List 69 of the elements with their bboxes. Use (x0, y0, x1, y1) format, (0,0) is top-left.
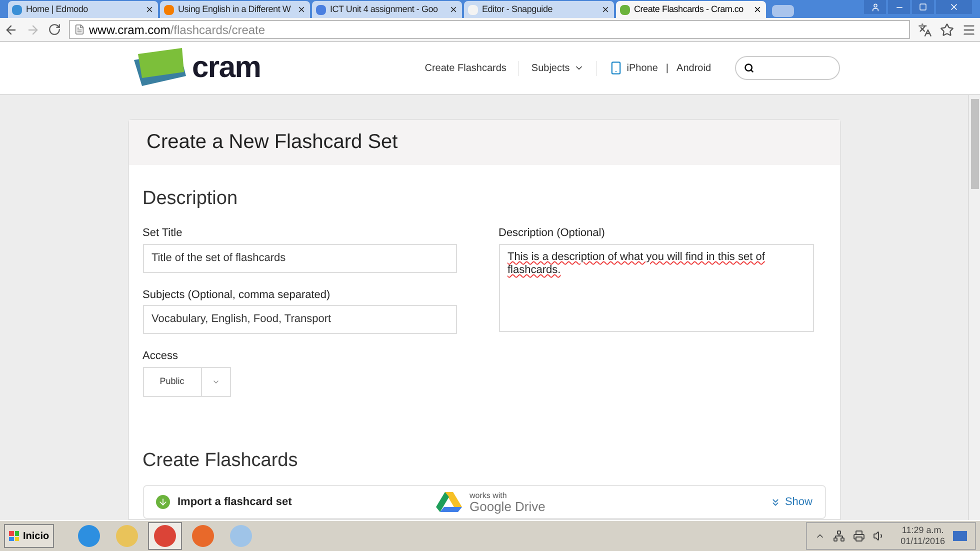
logo-text: cram (192, 53, 261, 83)
back-icon[interactable] (4, 22, 18, 36)
tab-title: Editor - Snapguide (482, 2, 554, 16)
field-label: Set Title (142, 226, 184, 241)
iphone-link[interactable]: iPhone (626, 60, 658, 76)
works-with-text: works with (470, 492, 508, 500)
field-label: Access (142, 349, 179, 364)
page-icon (74, 24, 85, 35)
chevrons-icon (770, 496, 781, 508)
network-icon[interactable] (832, 530, 845, 542)
phone-icon (608, 61, 623, 75)
close-icon[interactable] (145, 5, 154, 14)
address-bar[interactable]: www.cram.com/flashcards/create (69, 20, 910, 39)
subjects-input[interactable]: Vocabulary, English, Food, Transport (142, 305, 456, 334)
title-input[interactable]: Title of the set of flashcards (142, 244, 456, 272)
close-icon[interactable] (753, 5, 762, 14)
tab-favicon-icon (620, 4, 630, 14)
close-window-button[interactable] (936, 0, 972, 14)
field-label: Description (Optional) (498, 226, 606, 241)
browser-tab[interactable]: Using English in a Different W (160, 1, 310, 18)
bookmark-star-icon[interactable] (940, 22, 954, 36)
search-icon (744, 63, 754, 73)
field-label: Subjects (Optional, comma separated) (142, 288, 332, 302)
close-icon[interactable] (601, 5, 610, 14)
section-heading: Create Flashcards (142, 448, 299, 472)
access-select[interactable]: Public (142, 366, 230, 396)
search-field[interactable] (735, 56, 840, 80)
profile-button[interactable] (864, 0, 886, 14)
start-button[interactable]: Inicio (4, 524, 54, 548)
tab-title: Using English in a Different W (178, 2, 292, 16)
browser-tab[interactable]: Create Flashcards - Cram.co (616, 1, 766, 18)
section-heading: Description (142, 186, 239, 210)
show-toggle[interactable]: Show (770, 494, 812, 510)
close-icon[interactable] (449, 5, 458, 14)
menu-icon[interactable] (962, 22, 976, 36)
browser-tab[interactable]: Editor - Snapguide (464, 1, 614, 18)
tab-favicon-icon (164, 4, 174, 14)
maximize-button[interactable] (912, 0, 934, 14)
browser-tab[interactable]: Home | Edmodo (8, 1, 158, 18)
tab-favicon-icon (316, 4, 326, 14)
subjects-dropdown[interactable]: Subjects (519, 60, 597, 76)
clock-date: 01/11/2016 (900, 536, 945, 547)
drive-text: Google Drive (470, 500, 546, 512)
tab-title: Create Flashcards - Cram.co (634, 2, 744, 16)
printer-icon[interactable] (852, 530, 865, 542)
translate-icon[interactable] (918, 22, 932, 36)
download-icon (156, 495, 170, 509)
browser-tab[interactable]: ICT Unit 4 assignment - Goo (312, 1, 462, 18)
tab-favicon-icon (468, 4, 478, 14)
page-title: Create a New Flashcard Set (146, 130, 398, 156)
android-link[interactable]: Android (676, 60, 711, 76)
tab-favicon-icon (12, 4, 22, 14)
speaker-icon[interactable] (872, 530, 885, 542)
close-icon[interactable] (297, 5, 306, 14)
maximize-icon (919, 3, 927, 11)
url-text: www.cram.com/flashcards/create (89, 22, 266, 38)
taskbar-app-button[interactable] (148, 522, 182, 550)
reload-icon[interactable] (48, 23, 61, 36)
tab-title: Home | Edmodo (26, 2, 89, 16)
user-icon (870, 2, 880, 12)
nav-link[interactable]: Create Flashcards (412, 60, 520, 76)
drive-logo-icon (436, 492, 462, 512)
windows-logo-icon (9, 531, 19, 541)
tab-title: ICT Unit 4 assignment - Goo (330, 2, 439, 16)
close-icon (949, 2, 959, 12)
import-link[interactable]: Import a flashcard set (178, 494, 428, 510)
description-textarea[interactable]: This is a description of what you will find in this set of flashcards. (498, 244, 814, 332)
clock-time: 11:29 a.m. (902, 525, 944, 536)
separator-text: | (664, 62, 670, 76)
